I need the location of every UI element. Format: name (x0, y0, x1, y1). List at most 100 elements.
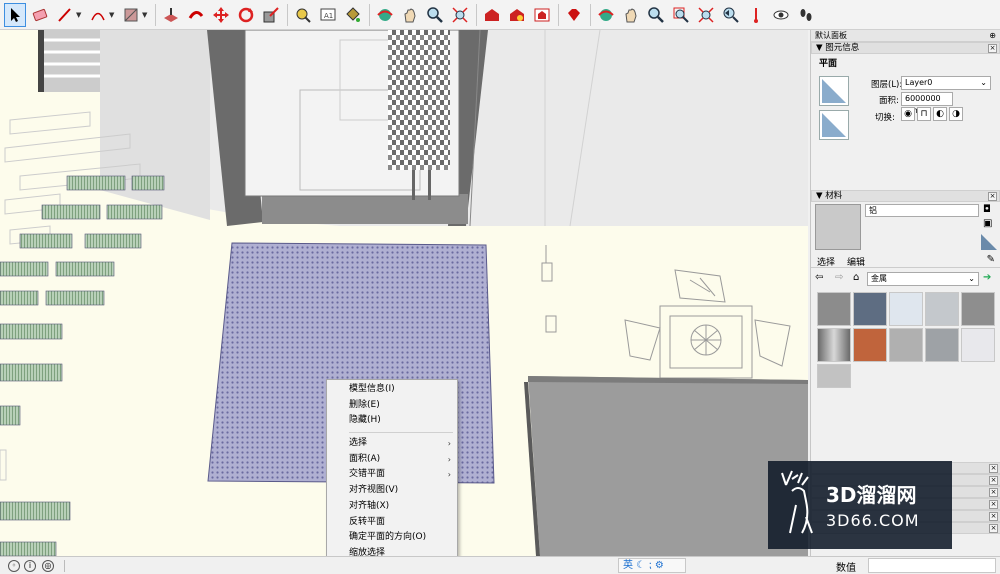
context-menu-item[interactable]: 选择 › (327, 436, 457, 452)
context-menu-item[interactable]: 确定平面的方向(O) (327, 530, 457, 546)
context-menu-item[interactable]: 对齐视图(V) (327, 483, 457, 499)
follow-me-icon[interactable] (185, 3, 207, 27)
push-pull-icon[interactable] (160, 3, 182, 27)
materials-header[interactable]: ▼ 材料 × (811, 190, 1000, 202)
entity-info-header[interactable]: ▼ 图元信息 × (811, 42, 1000, 54)
orbit-icon-2[interactable] (595, 3, 617, 27)
library-select[interactable]: 金属 ⌄ (867, 272, 979, 286)
close-icon[interactable]: × (989, 488, 998, 497)
svg-text:A1: A1 (324, 12, 333, 20)
pin-icon[interactable]: ⊕ (989, 30, 996, 42)
watermark-brand: 3D溜溜网 (826, 483, 917, 507)
close-icon[interactable]: × (988, 192, 997, 201)
lock-icon[interactable]: ⊓ (917, 107, 931, 121)
home-icon[interactable]: ⌂ (853, 272, 859, 283)
close-icon[interactable]: × (989, 476, 998, 485)
material-swatch[interactable] (817, 292, 851, 326)
submenu-arrow-icon: › (447, 454, 451, 464)
arc-tool-icon[interactable] (87, 3, 109, 27)
close-icon[interactable]: × (989, 512, 998, 521)
material-name-field[interactable]: 铝 (865, 204, 979, 217)
tape-measure-icon[interactable] (292, 3, 314, 27)
look-around-icon[interactable] (770, 3, 792, 27)
entity-info-body: 图层(L): Layer0 ⌄ 面积: 6000000 mm² 切换: ◉ ⊓ … (811, 74, 1000, 190)
material-swatch[interactable] (817, 364, 851, 388)
dropdown-arrow-icon[interactable]: ▼ (76, 11, 84, 19)
context-menu-item[interactable]: 反转平面 (327, 515, 457, 531)
walk-icon[interactable] (795, 3, 817, 27)
position-camera-icon[interactable] (745, 3, 767, 27)
orbit-icon[interactable] (374, 3, 396, 27)
close-icon[interactable]: × (988, 44, 997, 53)
pan-icon[interactable] (399, 3, 421, 27)
material-swatch[interactable] (961, 328, 995, 362)
ruby-console-icon[interactable] (563, 3, 585, 27)
material-swatch[interactable] (817, 328, 851, 362)
zoom-icon-2[interactable] (645, 3, 667, 27)
context-menu-item[interactable]: 删除(E) (327, 398, 457, 414)
create-material-icon[interactable]: ◘ (983, 204, 991, 215)
material-swatch[interactable] (961, 292, 995, 326)
cast-shadows-icon[interactable]: ◐ (933, 107, 947, 121)
scale-icon[interactable] (260, 3, 282, 27)
rectangle-tool-icon[interactable] (120, 3, 142, 27)
default-material-icon[interactable]: ▣ (983, 218, 992, 229)
material-swatch[interactable] (889, 292, 923, 326)
eraser-tool-icon[interactable] (29, 3, 51, 27)
value-input[interactable] (868, 558, 996, 573)
collapse-icon: ▼ (816, 191, 823, 201)
back-arrow-icon[interactable]: ⇦ (815, 272, 823, 283)
dropdown-arrow-icon[interactable]: ▼ (109, 11, 117, 19)
previous-view-icon[interactable] (720, 3, 742, 27)
context-menu-item[interactable]: 缩放选择 (327, 546, 457, 556)
collapse-icon: ▼ (816, 43, 823, 53)
move-icon[interactable] (210, 3, 232, 27)
warehouse-icon[interactable] (481, 3, 503, 27)
context-menu-item[interactable]: 模型信息(I) (327, 382, 457, 398)
back-material-thumbnail[interactable] (819, 110, 849, 140)
model-viewport[interactable]: 模型信息(I) 删除(E) 隐藏(H) 选择 › 面积(A) › 交错平面 › 对齐视图(V) 对齐… (0, 30, 808, 556)
geo-location-icon[interactable]: ◦ (8, 560, 20, 572)
close-icon[interactable]: × (989, 464, 998, 473)
context-menu-item[interactable]: 交错平面 › (327, 467, 457, 483)
info-icon[interactable]: i (24, 560, 36, 572)
tab-edit[interactable]: 编辑 (847, 255, 865, 268)
pan-icon-2[interactable] (620, 3, 642, 27)
paint-bucket-icon[interactable] (342, 3, 364, 27)
eyedropper-icon[interactable]: ✎ (987, 254, 995, 265)
details-arrow-icon[interactable]: ➔ (983, 272, 991, 283)
front-material-thumbnail[interactable] (819, 76, 849, 106)
tab-select[interactable]: 选择 (817, 255, 835, 268)
dropdown-arrow-icon[interactable]: ▼ (142, 11, 150, 19)
share-model-icon[interactable] (506, 3, 528, 27)
zoom-icon[interactable] (424, 3, 446, 27)
sample-paint-icon[interactable] (981, 234, 997, 250)
context-menu-item[interactable]: 对齐轴(X) (327, 499, 457, 515)
zoom-window-icon[interactable] (670, 3, 692, 27)
layer-select[interactable]: Layer0 ⌄ (901, 76, 991, 90)
close-icon[interactable]: × (989, 524, 998, 533)
rotate-icon[interactable] (235, 3, 257, 27)
close-icon[interactable]: × (989, 500, 998, 509)
zoom-extents-icon[interactable] (449, 3, 471, 27)
material-swatch[interactable] (889, 328, 923, 362)
material-swatch[interactable] (925, 328, 959, 362)
user-icon[interactable]: ◎ (42, 560, 54, 572)
select-tool-icon[interactable] (4, 2, 26, 27)
extension-warehouse-icon[interactable] (531, 3, 553, 27)
context-menu-item[interactable]: 隐藏(H) (327, 413, 457, 429)
current-material-preview (815, 204, 861, 250)
context-menu-item[interactable]: 面积(A) › (327, 452, 457, 468)
moon-icon: ☾ ⁏ ⚙ (636, 560, 664, 571)
eye-icon[interactable]: ◉ (901, 107, 915, 121)
receive-shadows-icon[interactable]: ◑ (949, 107, 963, 121)
text-tool-icon[interactable]: A1 (317, 3, 339, 27)
zoom-extents-icon-2[interactable] (695, 3, 717, 27)
line-tool-icon[interactable] (54, 3, 76, 27)
forward-arrow-icon[interactable]: ⇨ (835, 272, 843, 283)
ime-indicator[interactable]: 英 ☾ ⁏ ⚙ (618, 558, 686, 573)
material-swatch[interactable] (853, 328, 887, 362)
material-swatch[interactable] (853, 292, 887, 326)
area-label: 面积: (879, 96, 899, 106)
material-swatch[interactable] (925, 292, 959, 326)
